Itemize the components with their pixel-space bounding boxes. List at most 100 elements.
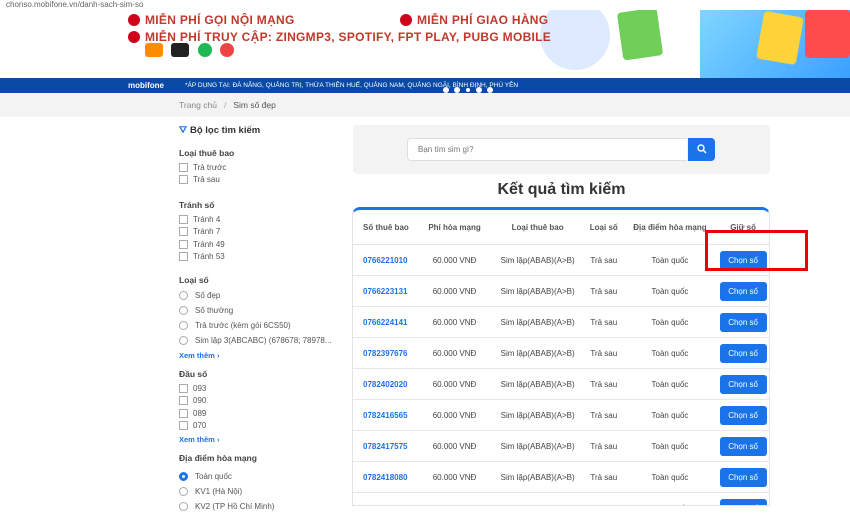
checkbox[interactable] <box>179 408 188 418</box>
check-icon <box>128 31 140 43</box>
search-panel <box>353 125 770 174</box>
choose-number-button[interactable]: Chọn số <box>719 343 767 363</box>
filter-option[interactable]: Số đẹp <box>179 288 349 303</box>
breadcrumb: Trang chủ / Sim số đẹp <box>0 93 850 117</box>
check-icon <box>400 14 412 26</box>
zingmp3-icon <box>145 43 163 57</box>
check-icon <box>128 14 140 26</box>
choose-number-button[interactable]: Chọn số <box>719 436 767 456</box>
filter-option[interactable]: Trả trước (kèm gói 6CS50) <box>179 318 349 333</box>
radio[interactable] <box>179 336 188 345</box>
banner-line-2: MIỄN PHÍ TRUY CẬP: ZINGMP3, SPOTIFY, FPT… <box>128 30 551 44</box>
radio[interactable] <box>179 321 188 330</box>
checkbox[interactable] <box>179 227 188 237</box>
spotify-icon <box>197 43 212 57</box>
sim-kind: Trả sau <box>590 441 618 451</box>
sim-kind: Trả sau <box>590 255 618 265</box>
phone-number[interactable]: 0782402020 <box>353 380 419 389</box>
sim-kind: Trả sau <box>590 348 618 358</box>
filter-option[interactable]: Toàn quốc <box>179 469 349 484</box>
phone-number[interactable]: 0766221010 <box>353 256 419 265</box>
subscription-type: Sim lặp(ABAB)(A>B) <box>500 286 575 296</box>
column-header: Loại thuê bao <box>511 222 564 232</box>
connection-fee: 60.000 VNĐ <box>432 379 477 389</box>
breadcrumb-home[interactable]: Trang chủ <box>179 100 217 110</box>
filter-option[interactable]: Trả sau <box>179 174 349 187</box>
filter-option[interactable]: Tránh 49 <box>179 238 349 251</box>
pubg-icon <box>171 43 190 57</box>
subscription-type: Sim lặp(ABAB)(A>B) <box>500 441 575 451</box>
radio[interactable] <box>179 472 188 481</box>
filter-sidebar: ⛛ Bộ lọc tìm kiếm Loại thuê bao Trả trước… <box>179 125 349 514</box>
connection-fee: 60.000 VNĐ <box>432 348 477 358</box>
search-icon <box>696 144 706 154</box>
action-cell: Chọn số <box>717 374 769 394</box>
show-more-link[interactable]: Xem thêm › <box>179 435 349 444</box>
activation-area: Toàn quốc <box>651 441 689 451</box>
phone-number[interactable]: 0782417575 <box>353 442 419 451</box>
action-cell: Chọn số <box>717 312 769 332</box>
checkbox[interactable] <box>179 175 188 185</box>
checkbox[interactable] <box>179 383 188 393</box>
choose-number-button[interactable]: Chọn số <box>719 498 767 505</box>
checkbox[interactable] <box>179 396 188 406</box>
search-button[interactable] <box>688 138 715 161</box>
filter-option[interactable]: KV1 (Hà Nội) <box>179 484 349 499</box>
search-input[interactable] <box>407 138 687 161</box>
filter-option[interactable]: 070 <box>179 420 349 433</box>
checkbox[interactable] <box>179 421 188 431</box>
radio[interactable] <box>179 487 188 496</box>
choose-number-button[interactable]: Chọn số <box>719 374 767 394</box>
filter-option[interactable]: Tránh 4 <box>179 213 349 226</box>
highlight-box <box>705 230 808 271</box>
activation-area: Toàn quốc <box>651 410 689 420</box>
breadcrumb-current: Sim số đẹp <box>233 100 276 110</box>
table-row: 0782417575 60.000 VNĐ Sim lặp(ABAB)(A>B) Tr… <box>353 431 769 462</box>
subscription-type: Sim lặp(ABAB)(A>B) <box>500 255 575 265</box>
table-row: 0782416565 60.000 VNĐ Sim lặp(ABAB)(A>B) Tr… <box>353 400 769 431</box>
choose-number-button[interactable]: Chọn số <box>719 467 767 487</box>
filter-option[interactable]: Tránh 53 <box>179 251 349 264</box>
choose-number-button[interactable]: Chọn số <box>719 312 767 332</box>
sim-card-graphic <box>616 10 664 61</box>
activation-area: Toàn quốc <box>651 255 689 265</box>
phone-number[interactable]: 0782416565 <box>353 411 419 420</box>
phone-number[interactable]: 0782397676 <box>353 349 419 358</box>
sim-kind: Trả sau <box>590 286 618 296</box>
filter-option[interactable]: KV2 (TP Hồ Chí Minh) <box>179 499 349 514</box>
choose-number-button[interactable]: Chọn số <box>719 405 767 425</box>
table-row: 0782402020 60.000 VNĐ Sim lặp(ABAB)(A>B) Tr… <box>353 369 769 400</box>
phone-number[interactable]: 0766224141 <box>353 318 419 327</box>
checkbox[interactable] <box>179 214 188 224</box>
radio[interactable] <box>179 306 188 315</box>
show-more-link[interactable]: Xem thêm › <box>179 351 349 360</box>
column-header: Số thuê bao <box>363 222 409 232</box>
checkbox[interactable] <box>179 162 188 172</box>
choose-number-button[interactable]: Chọn số <box>719 281 767 301</box>
activation-area: Toàn quốc <box>651 286 689 296</box>
filter-option[interactable]: Sim lặp 3(ABCABC) (678678; 78978... <box>179 333 349 348</box>
checkbox[interactable] <box>179 252 188 262</box>
radio[interactable] <box>179 291 188 300</box>
subscription-type: Sim lặp(ABAB)(A>B) <box>500 379 575 389</box>
filter-option[interactable]: 089 <box>179 407 349 420</box>
filter-option[interactable]: 093 <box>179 382 349 395</box>
table-row: 078242000060.000 VNĐSim lặp(ABAB)(A>B)Tr… <box>353 493 769 505</box>
filter-option[interactable]: 090 <box>179 395 349 408</box>
address-bar[interactable]: chonso.mobifone.vn/danh-sach-sim-so <box>0 0 850 10</box>
sim-kind: Trả sau <box>590 472 618 482</box>
phone-number[interactable]: 0766223131 <box>353 287 419 296</box>
phone-number[interactable]: 0782418080 <box>353 473 419 482</box>
checkbox[interactable] <box>179 239 188 249</box>
filter-option[interactable]: Tránh 7 <box>179 226 349 239</box>
filter-option[interactable]: Số thường <box>179 303 349 318</box>
radio[interactable] <box>179 502 188 511</box>
chevron-right-icon: › <box>216 351 220 360</box>
banner-line-1-right: MIỄN PHÍ GIAO HÀNG <box>400 13 548 27</box>
breadcrumb-separator: / <box>223 100 227 110</box>
activation-area: Toàn quốc <box>651 317 689 327</box>
column-header: Phí hòa mạng <box>428 222 481 232</box>
filter-option[interactable]: Trả trước <box>179 161 349 174</box>
promo-banner[interactable]: MIỄN PHÍ GỌI NỘI MẠNG MIỄN PHÍ GIAO HÀNG… <box>0 10 850 78</box>
table-row: 0782418080 60.000 VNĐ Sim lặp(ABAB)(A>B) Tr… <box>353 462 769 493</box>
